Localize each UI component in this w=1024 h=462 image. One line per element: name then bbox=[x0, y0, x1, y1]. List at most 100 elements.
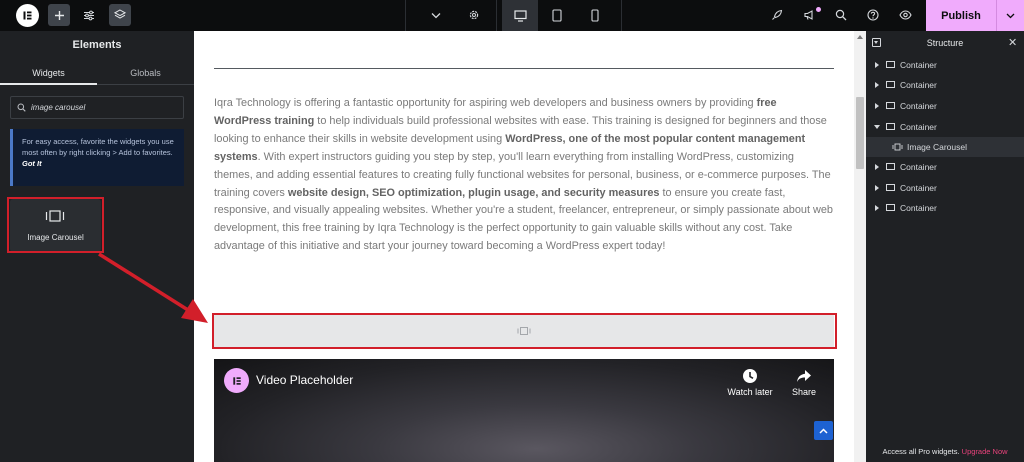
caret-right-icon[interactable] bbox=[875, 205, 879, 211]
publish-options-button[interactable] bbox=[996, 0, 1024, 31]
top-bar: Publish bbox=[0, 0, 1024, 31]
search-icon bbox=[17, 103, 26, 112]
chevron-down-icon bbox=[431, 12, 441, 18]
ai-button[interactable] bbox=[766, 4, 788, 26]
help-icon bbox=[867, 9, 879, 21]
mobile-icon bbox=[591, 8, 599, 22]
separator bbox=[496, 0, 497, 31]
structure-title: Structure bbox=[926, 38, 964, 48]
notification-dot bbox=[816, 7, 821, 12]
structure-item-container[interactable]: Container bbox=[866, 178, 1024, 198]
structure-item-label: Container bbox=[900, 122, 937, 132]
panel-title: Elements bbox=[72, 39, 122, 51]
desktop-icon bbox=[513, 9, 527, 22]
favorites-tip: For easy access, favorite the widgets yo… bbox=[10, 129, 184, 186]
rocket-icon bbox=[772, 9, 783, 20]
tablet-icon bbox=[552, 8, 562, 22]
structure-item-image-carousel[interactable]: Image Carousel bbox=[866, 137, 1024, 157]
share-icon bbox=[797, 370, 811, 382]
annotation-highlight-box bbox=[7, 197, 104, 253]
text-editor-widget[interactable]: Iqra Technology is offering a fantastic … bbox=[214, 95, 834, 256]
structure-item-label: Image Carousel bbox=[907, 142, 968, 152]
tab-globals[interactable]: Globals bbox=[97, 63, 194, 85]
clock-icon bbox=[743, 369, 757, 383]
device-desktop-button[interactable] bbox=[502, 0, 538, 31]
help-button[interactable] bbox=[862, 4, 884, 26]
image-carousel-icon bbox=[892, 143, 903, 151]
share-button[interactable]: Share bbox=[786, 367, 822, 397]
chevron-up-icon bbox=[819, 427, 828, 434]
separator bbox=[405, 0, 406, 31]
structure-item-container[interactable]: Container bbox=[866, 157, 1024, 177]
caret-right-icon[interactable] bbox=[875, 103, 879, 109]
widget-search-input[interactable] bbox=[31, 100, 181, 115]
elementor-logo-icon bbox=[232, 376, 241, 385]
scroll-up-arrow[interactable] bbox=[857, 35, 863, 39]
eye-icon bbox=[898, 10, 912, 20]
megaphone-icon bbox=[804, 10, 813, 20]
scrollbar-thumb[interactable] bbox=[856, 97, 864, 169]
chevron-down-icon bbox=[1006, 13, 1015, 18]
container-icon bbox=[886, 123, 895, 130]
structure-item-label: Container bbox=[900, 101, 937, 111]
caret-right-icon[interactable] bbox=[875, 62, 879, 68]
elementor-logo-button[interactable] bbox=[16, 4, 39, 27]
got-it-link[interactable]: Got It bbox=[22, 159, 42, 168]
caret-down-icon[interactable] bbox=[874, 125, 880, 129]
widget-search-box bbox=[10, 96, 184, 119]
structure-item-container[interactable]: Container bbox=[866, 55, 1024, 75]
site-settings-button[interactable] bbox=[78, 4, 100, 26]
structure-item-label: Container bbox=[900, 183, 937, 193]
plus-icon bbox=[54, 10, 64, 20]
finder-button[interactable] bbox=[830, 4, 852, 26]
page-settings-button[interactable] bbox=[463, 4, 485, 26]
layers-icon bbox=[114, 9, 126, 19]
elementor-logo-icon bbox=[23, 11, 32, 20]
structure-item-label: Container bbox=[900, 80, 937, 90]
caret-right-icon[interactable] bbox=[875, 164, 879, 170]
caret-right-icon[interactable] bbox=[875, 82, 879, 88]
gear-icon bbox=[469, 10, 479, 20]
structure-item-container[interactable]: Container bbox=[866, 198, 1024, 218]
structure-item-label: Container bbox=[900, 162, 937, 172]
search-icon bbox=[835, 9, 847, 21]
divider bbox=[214, 68, 834, 69]
separator bbox=[621, 0, 622, 31]
scroll-to-top-button[interactable] bbox=[814, 421, 833, 440]
container-icon bbox=[886, 163, 895, 170]
preview-button[interactable] bbox=[894, 4, 916, 26]
structure-item-container[interactable]: Container bbox=[866, 96, 1024, 116]
pro-upgrade-footer: Access all Pro widgets. Upgrade Now bbox=[866, 447, 1024, 456]
annotation-highlight-box bbox=[212, 313, 837, 349]
tab-widgets[interactable]: Widgets bbox=[0, 63, 97, 85]
share-label: Share bbox=[791, 387, 817, 397]
elementor-editor: Publish Elements Widgets Globals For eas… bbox=[0, 0, 1024, 462]
page-menu-button[interactable] bbox=[425, 4, 447, 26]
container-icon bbox=[886, 102, 895, 109]
video-title: Video Placeholder bbox=[256, 373, 354, 387]
structure-header: Structure ✕ bbox=[866, 31, 1024, 55]
close-icon[interactable]: ✕ bbox=[1008, 36, 1017, 49]
canvas-scrollbar[interactable] bbox=[854, 31, 866, 462]
watch-later-button[interactable]: Watch later bbox=[720, 367, 780, 397]
watch-later-label: Watch later bbox=[727, 387, 773, 397]
caret-right-icon[interactable] bbox=[875, 185, 879, 191]
paragraph-bold: website design, SEO optimization, plugin… bbox=[287, 186, 660, 199]
elements-panel: Elements Widgets Globals For easy access… bbox=[0, 31, 194, 462]
structure-item-container[interactable]: Container bbox=[866, 75, 1024, 95]
add-element-button[interactable] bbox=[48, 4, 70, 26]
pro-footer-text: Access all Pro widgets. bbox=[882, 447, 960, 456]
container-icon bbox=[886, 61, 895, 68]
structure-item-container[interactable]: Container bbox=[866, 117, 1024, 137]
video-widget[interactable]: Video Placeholder Watch later Share bbox=[214, 359, 834, 462]
channel-avatar bbox=[224, 368, 249, 393]
device-mobile-button[interactable] bbox=[584, 4, 606, 26]
container-icon bbox=[886, 204, 895, 211]
sliders-icon bbox=[84, 10, 94, 20]
publish-button[interactable]: Publish bbox=[926, 0, 996, 31]
structure-toggle-button[interactable] bbox=[109, 4, 131, 26]
device-tablet-button[interactable] bbox=[546, 4, 568, 26]
container-icon bbox=[886, 81, 895, 88]
page-canvas: Iqra Technology is offering a fantastic … bbox=[194, 31, 854, 462]
upgrade-now-link[interactable]: Upgrade Now bbox=[962, 447, 1008, 456]
